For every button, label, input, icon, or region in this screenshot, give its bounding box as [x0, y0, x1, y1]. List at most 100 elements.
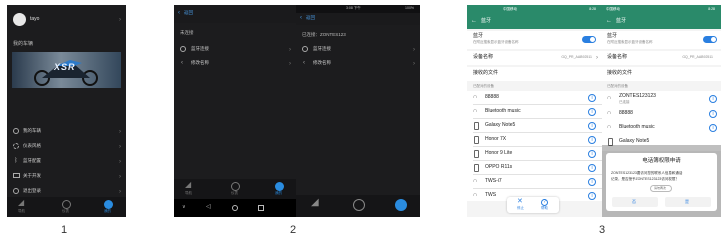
recents-icon[interactable]: [258, 205, 264, 211]
item-label: 修改名称: [191, 60, 209, 65]
bluetooth-toggle-row[interactable]: 蓝牙 在附近搜索显示蓝牙设备名称: [602, 31, 721, 49]
list-item[interactable]: Honor 9 Lite i: [467, 147, 602, 161]
back-arrow-icon[interactable]: ←: [606, 18, 612, 24]
device-name: Galaxy Note5: [619, 138, 650, 144]
item-label: 蓝牙连接: [191, 46, 209, 51]
dont-ask-again-pill[interactable]: 请勿再次: [650, 185, 672, 192]
device-name: OPPO R11s: [485, 164, 513, 170]
chevron-right-icon: ›: [413, 47, 415, 53]
help-button[interactable]: ? 帮助: [535, 198, 555, 212]
tab-profile[interactable]: 我的: [270, 181, 290, 197]
tab-dashboard[interactable]: 仪表: [226, 181, 246, 197]
info-icon[interactable]: i: [588, 150, 596, 158]
tab-profile[interactable]: [392, 198, 412, 214]
tab-navigation[interactable]: ◢ 导航: [180, 181, 200, 197]
deny-button[interactable]: 否: [612, 197, 658, 207]
help-label: 帮助: [541, 206, 548, 210]
bike-banner[interactable]: XSR: [12, 52, 121, 88]
bluetooth-connect-item[interactable]: 蓝牙连接 ›: [174, 43, 296, 57]
tab-navigation[interactable]: ◢: [308, 198, 328, 214]
info-icon[interactable]: i: [709, 95, 717, 103]
back-icon[interactable]: ◁: [206, 204, 211, 210]
rename-item[interactable]: ‹ 修改名称 ›: [174, 57, 296, 71]
received-files-row[interactable]: 接收的文件: [602, 67, 721, 81]
banner-logo-text: XSR: [54, 62, 76, 72]
profile-icon: [275, 182, 284, 191]
screen-2-bluetooth-connected: 3:08 下午 100% ‹ 返回 已连接：ZONTES123 蓝牙连接 › ‹…: [296, 5, 420, 217]
close-icon: ✕: [517, 198, 523, 205]
status-bar: 中国移动 8:28: [467, 5, 602, 15]
tab-bar: ◢ 导航 仪表 我的: [174, 179, 296, 199]
list-item[interactable]: Galaxy Note5 i: [467, 119, 602, 133]
info-icon[interactable]: i: [588, 136, 596, 144]
bluetooth-toggle-row[interactable]: 蓝牙 在附近搜索显示蓝牙设备名称: [467, 31, 602, 49]
menu-item-about[interactable]: 关于开发 ›: [7, 170, 126, 186]
step-label-2: 2: [290, 224, 297, 236]
page-title: 蓝牙: [616, 18, 627, 24]
info-icon[interactable]: i: [588, 164, 596, 172]
dialog-body-line-1: ZONTES123123要访问您的联系人信息和通话: [611, 171, 683, 175]
status-bar: 中国移动 8:28: [602, 5, 721, 15]
menu-item-label: 蓝牙配置: [23, 158, 41, 163]
back-arrow-icon[interactable]: ←: [471, 18, 477, 24]
info-icon[interactable]: i: [588, 192, 596, 200]
navigation-arrow-icon: ◢: [185, 180, 192, 189]
tab-navigation[interactable]: ◢ 导航: [13, 199, 33, 215]
menu-item-dashboard-style[interactable]: 仪表风格 ›: [7, 140, 126, 156]
tab-dashboard[interactable]: 仪表: [57, 199, 77, 215]
tab-label: 我的: [104, 209, 111, 213]
help-icon: ?: [541, 199, 548, 206]
info-icon[interactable]: i: [588, 122, 596, 130]
list-item[interactable]: ∩ 88888 i: [602, 107, 721, 121]
avatar[interactable]: [13, 13, 26, 26]
chevron-right-icon: ›: [119, 144, 121, 150]
edit-icon: ‹: [303, 60, 305, 66]
list-item[interactable]: ∩ ZONTES123123 已连接 i: [602, 91, 721, 107]
bluetooth-connect-item[interactable]: 蓝牙连接 ›: [296, 43, 420, 57]
page-title: 蓝牙: [481, 18, 492, 24]
menu-item-bluetooth[interactable]: ᛒ 蓝牙配置 ›: [7, 155, 126, 171]
bluetooth-toggle[interactable]: [582, 36, 596, 43]
bluetooth-sublabel: 在附近搜索显示蓝牙设备名称: [607, 40, 653, 44]
section-title: 我的车辆: [13, 41, 34, 47]
headset-icon: ∩: [473, 192, 478, 198]
list-item[interactable]: ∩ TWS-i7 i: [467, 175, 602, 189]
list-item[interactable]: ∩ Bluetooth music i: [602, 121, 721, 135]
home-icon[interactable]: [232, 205, 238, 211]
back-arrow-icon[interactable]: ‹: [300, 15, 302, 21]
stop-label: 停止: [517, 206, 524, 210]
back-label[interactable]: 返回: [306, 15, 315, 21]
list-item[interactable]: Honor 7X i: [467, 133, 602, 147]
menu-item-label: 退出登录: [23, 188, 41, 193]
received-files-row[interactable]: 接收的文件: [467, 67, 602, 81]
tab-profile[interactable]: 我的: [99, 199, 119, 215]
list-item[interactable]: OPPO R11s i: [467, 161, 602, 175]
back-label[interactable]: 返回: [184, 10, 193, 16]
chevron-right-icon: ›: [289, 47, 291, 53]
device-name: 88888: [619, 110, 633, 116]
info-icon[interactable]: i: [709, 124, 717, 132]
device-name-row[interactable]: 设备名称 GQ_PR_AAB92511: [602, 51, 721, 65]
menu-item-my-vehicle[interactable]: 我的车辆 ›: [7, 125, 126, 141]
status-bar: 3:08 下午 100%: [296, 5, 420, 13]
allow-button[interactable]: 是: [665, 197, 711, 207]
info-icon[interactable]: i: [588, 94, 596, 102]
bluetooth-toggle[interactable]: [703, 36, 717, 43]
permission-dialog: 电话簿权限申请 ZONTES123123要访问您的联系人信息和通话 记录，是否授…: [606, 153, 717, 211]
rename-item[interactable]: ‹ 修改名称 ›: [296, 57, 420, 71]
tab-dashboard[interactable]: [350, 198, 370, 214]
info-icon[interactable]: i: [709, 110, 717, 118]
device-name-row[interactable]: 设备名称 GQ_PR_AAB92511 ›: [467, 51, 602, 65]
chevron-right-icon: ›: [119, 174, 121, 180]
info-icon[interactable]: i: [588, 178, 596, 186]
device-name-label: 设备名称: [607, 54, 628, 60]
stop-button[interactable]: ✕ 停止: [511, 198, 531, 212]
list-item[interactable]: ∩ 88888 i: [467, 91, 602, 105]
list-item[interactable]: ∩ Bluetooth music i: [467, 105, 602, 119]
collapse-icon[interactable]: ∨: [182, 205, 186, 210]
back-arrow-icon[interactable]: ‹: [178, 10, 180, 16]
allow-label: 是: [685, 199, 689, 204]
info-icon[interactable]: i: [588, 108, 596, 116]
title-bar: ← 蓝牙: [467, 15, 602, 29]
device-name: Bluetooth music: [485, 108, 521, 114]
